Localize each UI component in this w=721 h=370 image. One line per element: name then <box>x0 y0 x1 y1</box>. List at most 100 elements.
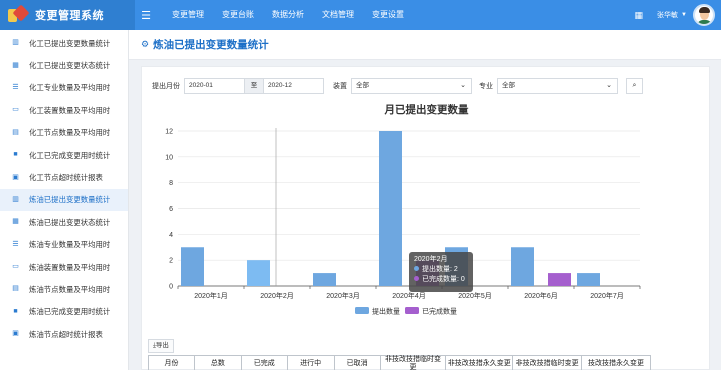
filter-bar: 提出月份 2020-01 至 2020-12 装置 全部 ⌄ 专业 全部 ⌄ ⌕ <box>152 78 643 94</box>
y-tick-label: 0 <box>169 284 173 291</box>
tooltip-row-submitted: 提出数量: 2 <box>414 265 468 275</box>
sidebar-item-refinery-completed-time[interactable]: ■ 炼油已完成变更用时统计 <box>0 301 128 323</box>
sidebar-item-label: 炼油已提出变更数量统计 <box>29 195 111 205</box>
sidebar-item-label: 化工已提出变更状态统计 <box>29 61 111 71</box>
caret-down-icon[interactable]: ▼ <box>681 12 687 18</box>
gear-icon: ⚙ <box>141 39 150 49</box>
sidebar-item-chem-node-avg[interactable]: ▤ 化工节点数量及平均用时 <box>0 122 128 144</box>
x-tick-label: 2020年3月 <box>326 291 359 300</box>
search-icon: ⌕ <box>632 82 637 89</box>
x-tick-label: 2020年4月 <box>392 291 425 300</box>
y-tick-label: 8 <box>169 180 173 187</box>
chevron-down-icon: ⌄ <box>460 82 466 89</box>
app-logo <box>8 4 30 24</box>
nav-change-ledger[interactable]: 变更台账 <box>213 0 263 30</box>
main-nav: 变更管理 变更台账 数据分析 文档管理 变更设置 <box>163 0 413 30</box>
tooltip-row-completed: 已完成数量: 0 <box>414 275 468 285</box>
y-tick-label: 2 <box>169 258 173 265</box>
sidebar-item-refinery-node-avg[interactable]: ▤ 炼油节点数量及平均用时 <box>0 278 128 300</box>
bar-submitted <box>511 247 534 286</box>
sidebar-item-chem-major-avg[interactable]: ☰ 化工专业数量及平均用时 <box>0 77 128 99</box>
bar-submitted <box>379 131 402 286</box>
sidebar-item-chem-completed-time[interactable]: ■ 化工已完成变更用时统计 <box>0 144 128 166</box>
range-separator: 至 <box>245 78 263 94</box>
col-tech-perm-change: 技改技措永久变更 <box>581 355 651 370</box>
columns-icon: ▥ <box>12 195 19 203</box>
sidebar-item-refinery-submitted-status[interactable]: ▦ 炼油已提出变更状态统计 <box>0 211 128 233</box>
x-tick-label: 2020年7月 <box>590 291 623 300</box>
briefcase-icon: ■ <box>13 307 18 315</box>
list-icon: ☰ <box>12 240 19 248</box>
calendar-icon: ▤ <box>12 285 19 293</box>
col-cancelled: 已取消 <box>333 355 381 370</box>
grid-icon: ▦ <box>12 218 19 226</box>
search-button[interactable]: ⌕ <box>626 78 643 94</box>
sidebar-item-refinery-node-overtime[interactable]: ▣ 炼油节点超时统计报表 <box>0 323 128 345</box>
user-name[interactable]: 张华敏 <box>657 10 678 20</box>
menu-toggle-icon[interactable]: ☰ <box>135 9 157 22</box>
user-area: ▦ 张华敏 ▼ <box>635 0 715 30</box>
sidebar-item-chem-unit-avg[interactable]: ▭ 化工装置数量及平均用时 <box>0 99 128 121</box>
sidebar-item-label: 化工节点超时统计报表 <box>29 173 103 183</box>
bar-chart: 月已提出变更数量 0 2 4 6 8 10 12 2020年1月 2020年2月 2020年3月 2… <box>142 98 711 323</box>
sidebar-item-refinery-unit-avg[interactable]: ▭ 炼油装置数量及平均用时 <box>0 256 128 278</box>
export-label: 导出 <box>155 342 169 349</box>
sidebar-item-refinery-submitted-count[interactable]: ▥ 炼油已提出变更数量统计 <box>0 188 128 212</box>
unit-select[interactable]: 全部 ⌄ <box>351 78 472 94</box>
bar-submitted <box>577 273 600 286</box>
tooltip-label: 提出数量: 2 <box>422 266 458 273</box>
card-icon: ▭ <box>12 106 19 114</box>
chevron-down-icon: ⌄ <box>606 82 612 89</box>
y-tick-label: 10 <box>165 154 173 161</box>
major-select[interactable]: 全部 ⌄ <box>497 78 618 94</box>
month-label: 提出月份 <box>152 83 180 90</box>
sidebar-item-chem-node-overtime[interactable]: ▣ 化工节点超时统计报表 <box>0 166 128 188</box>
grid-icon: ▦ <box>12 61 19 69</box>
y-tick-label: 12 <box>165 129 173 136</box>
nav-document-management[interactable]: 文档管理 <box>313 0 363 30</box>
export-button[interactable]: ⤓导出 <box>148 339 174 353</box>
x-tick-label: 2020年5月 <box>458 291 491 300</box>
sidebar-item-chem-submitted-count[interactable]: ▥ 化工已提出变更数量统计 <box>0 32 128 54</box>
apps-grid-icon[interactable]: ▦ <box>635 10 644 21</box>
sidebar-item-refinery-major-avg[interactable]: ☰ 炼油专业数量及平均用时 <box>0 234 128 256</box>
tooltip-title: 2020年2月 <box>414 256 448 263</box>
start-month-input[interactable]: 2020-01 <box>184 78 245 94</box>
sidebar-item-chem-submitted-status[interactable]: ▦ 化工已提出变更状态统计 <box>0 54 128 76</box>
sidebar-item-label: 炼油已提出变更状态统计 <box>29 217 111 227</box>
avatar[interactable] <box>693 4 715 26</box>
top-bar: 变更管理系统 ☰ 变更管理 变更台账 数据分析 文档管理 变更设置 ▦ 张华敏 … <box>0 0 721 30</box>
x-tick-label: 2020年1月 <box>194 291 227 300</box>
end-month-input[interactable]: 2020-12 <box>263 78 324 94</box>
y-tick-label: 6 <box>169 206 173 213</box>
legend-swatch <box>405 307 419 314</box>
bar-submitted <box>247 260 270 286</box>
brand[interactable]: 变更管理系统 <box>0 0 135 30</box>
x-tick-label: 2020年2月 <box>260 291 293 300</box>
legend-label: 提出数量 <box>372 307 400 316</box>
col-perm-change: 非技改技措永久变更 <box>445 355 514 370</box>
x-tick-label: 2020年6月 <box>524 291 557 300</box>
sidebar-item-label: 炼油节点数量及平均用时 <box>29 284 111 294</box>
report-icon: ▣ <box>12 330 19 338</box>
nav-data-analysis[interactable]: 数据分析 <box>263 0 313 30</box>
nav-change-management[interactable]: 变更管理 <box>163 0 213 30</box>
tooltip-label: 已完成数量: 0 <box>422 276 465 283</box>
col-month: 月份 <box>148 355 195 370</box>
card-icon: ▭ <box>12 263 19 271</box>
columns-icon: ▥ <box>12 39 19 47</box>
sidebar-item-label: 炼油装置数量及平均用时 <box>29 262 111 272</box>
sidebar-item-label: 炼油已完成变更用时统计 <box>29 307 111 317</box>
legend-swatch <box>355 307 369 314</box>
col-temp-change-2: 非技改技措临时变更 <box>512 355 583 370</box>
sidebar-item-label: 化工专业数量及平均用时 <box>29 83 111 93</box>
report-icon: ▣ <box>12 173 19 181</box>
major-select-value: 全部 <box>502 82 515 89</box>
bar-submitted <box>181 247 204 286</box>
page-header: ⚙ 炼油已提出变更数量统计 <box>129 30 721 60</box>
col-temp-change-1: 非技改技措临时变更 <box>379 355 447 370</box>
nav-change-settings[interactable]: 变更设置 <box>363 0 413 30</box>
app-title: 变更管理系统 <box>35 10 104 22</box>
calendar-icon: ▤ <box>12 128 19 136</box>
legend-dot <box>414 276 419 281</box>
